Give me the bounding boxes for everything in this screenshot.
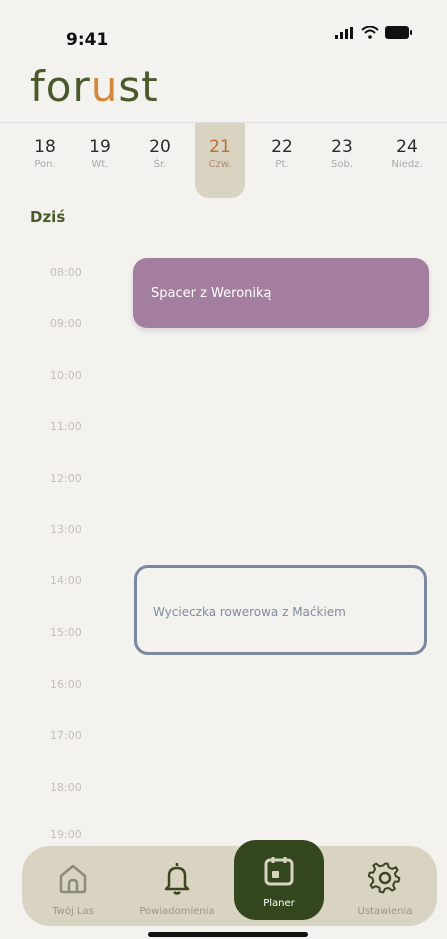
event-card[interactable]: Spacer z Weroniką xyxy=(133,258,429,328)
day-23[interactable]: 23 Sob. xyxy=(317,123,367,198)
hour-label: 08:00 xyxy=(50,266,82,279)
event-title: Wycieczka rowerowa z Maćkiem xyxy=(153,605,346,619)
nav-item-planer[interactable]: Planer xyxy=(234,840,324,920)
day-number: 23 xyxy=(331,137,353,157)
hour-label: 15:00 xyxy=(50,626,82,639)
nav-label: Powiadomienia xyxy=(139,906,215,917)
hour-label: 11:00 xyxy=(50,420,82,433)
event-card[interactable]: Wycieczka rowerowa z Maćkiem xyxy=(134,565,427,655)
logo-text-part1: for xyxy=(30,62,91,111)
nav-item-twoj-las[interactable]: Twój Las xyxy=(34,846,112,926)
hour-label: 18:00 xyxy=(50,781,82,794)
hour-label: 10:00 xyxy=(50,369,82,382)
status-time: 9:41 xyxy=(66,30,109,50)
day-19[interactable]: 19 Wt. xyxy=(75,123,125,198)
day-18[interactable]: 18 Pon. xyxy=(20,123,70,198)
nav-label: Twój Las xyxy=(52,906,94,917)
bell-icon xyxy=(164,863,190,895)
home-icon xyxy=(59,864,87,894)
day-21[interactable]: 21 Czw. xyxy=(195,123,245,198)
hour-label: 14:00 xyxy=(50,574,82,587)
wifi-icon xyxy=(361,26,379,39)
nav-label: Ustawienia xyxy=(357,906,413,917)
bottom-nav: Twój Las Powiadomienia Planer Ustawienia xyxy=(22,840,437,926)
today-heading: Dziś xyxy=(30,208,66,226)
hour-label: 12:00 xyxy=(50,472,82,485)
day-label: Wt. xyxy=(91,159,109,170)
day-label: Śr. xyxy=(153,159,167,170)
gear-icon xyxy=(367,862,401,894)
day-20[interactable]: 20 Śr. xyxy=(135,123,185,198)
hour-label: 16:00 xyxy=(50,678,82,691)
nav-item-ustawienia[interactable]: Ustawienia xyxy=(340,846,430,926)
nav-item-powiadomienia[interactable]: Powiadomienia xyxy=(122,846,232,926)
hour-label: 09:00 xyxy=(50,317,82,330)
day-label: Czw. xyxy=(208,159,232,170)
event-title: Spacer z Weroniką xyxy=(151,286,272,301)
day-label: Sob. xyxy=(331,159,353,170)
home-indicator xyxy=(148,932,308,937)
app-logo: forust xyxy=(30,62,159,111)
nav-label: Planer xyxy=(263,898,295,909)
day-label: Pt. xyxy=(275,159,289,170)
day-number: 18 xyxy=(34,137,56,157)
day-number: 20 xyxy=(149,137,171,157)
week-strip: 18 Pon. 19 Wt. 20 Śr. 21 Czw. 22 Pt. 23 … xyxy=(0,122,447,198)
day-22[interactable]: 22 Pt. xyxy=(257,123,307,198)
hour-label: 19:00 xyxy=(50,828,82,841)
signal-icon xyxy=(335,26,353,39)
day-number: 22 xyxy=(271,137,293,157)
day-number: 21 xyxy=(209,137,231,157)
day-label: Pon. xyxy=(34,159,56,170)
calendar-icon xyxy=(264,857,294,886)
day-number: 24 xyxy=(396,137,418,157)
status-bar: 9:41 xyxy=(0,0,447,60)
logo-text-part3: st xyxy=(118,62,159,111)
day-24[interactable]: 24 Niedz. xyxy=(382,123,432,198)
day-label: Niedz. xyxy=(391,159,423,170)
battery-icon xyxy=(385,26,412,39)
logo-text-part2: u xyxy=(90,62,119,111)
hour-label: 13:00 xyxy=(50,523,82,536)
hour-label: 17:00 xyxy=(50,729,82,742)
day-number: 19 xyxy=(89,137,111,157)
